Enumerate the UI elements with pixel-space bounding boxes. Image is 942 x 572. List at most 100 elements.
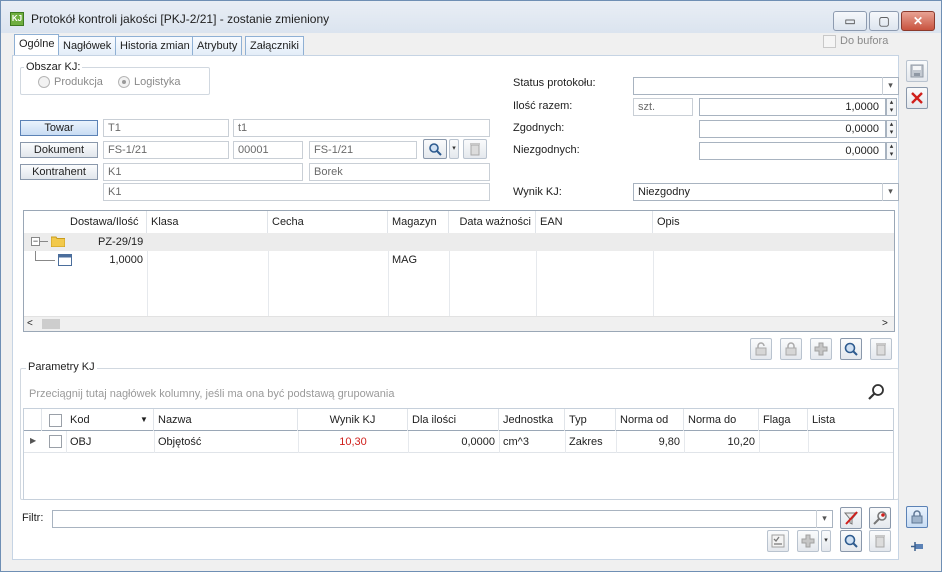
col-dla-ilosci[interactable]: Dla ilości [408, 409, 499, 431]
add-icon[interactable] [810, 338, 832, 360]
filter-settings-icon[interactable] [869, 507, 891, 529]
trash-icon[interactable] [463, 139, 487, 159]
kontrahent-city-field[interactable]: Borek [309, 163, 490, 181]
radio-produkcja[interactable] [38, 76, 50, 88]
wynik-chevron-down-icon[interactable]: ▾ [882, 183, 898, 201]
obszar-title: Obszar KJ: [24, 61, 83, 73]
scroll-left-icon[interactable]: < [27, 317, 33, 331]
parametry-title: Parametry KJ [26, 361, 97, 373]
search-icon[interactable] [423, 139, 447, 159]
cancel-icon[interactable] [906, 87, 928, 109]
kontrahent-button[interactable]: Kontrahent [20, 164, 98, 180]
towar-button[interactable]: Towar [20, 120, 98, 136]
lock-icon[interactable] [780, 338, 802, 360]
search-icon[interactable] [866, 382, 886, 405]
minimize-button[interactable]: ▭ [833, 11, 867, 31]
radio-produkcja-label: Produkcja [54, 76, 103, 88]
close-button[interactable]: ✕ [901, 11, 935, 31]
filter-chevron-down-icon[interactable]: ▾ [816, 510, 832, 528]
col-norma-do[interactable]: Norma do [684, 409, 759, 431]
tab-ogolne[interactable]: Ogólne [14, 34, 60, 56]
col-divider [808, 431, 809, 453]
dokument-id-field[interactable]: 00001 [233, 141, 303, 159]
kontrahent-code-field[interactable]: K1 [103, 163, 303, 181]
lock-icon[interactable] [906, 506, 928, 528]
niezgodnych-stepper[interactable]: ▴ ▾ [886, 142, 897, 160]
clear-filter-icon[interactable] [840, 507, 862, 529]
status-select[interactable] [633, 77, 899, 95]
col-data-waznosci[interactable]: Data ważności [449, 211, 536, 233]
status-chevron-down-icon[interactable]: ▾ [882, 77, 898, 95]
tab-atrybuty[interactable]: Atrybuty [192, 36, 243, 56]
zgodnych-value-field[interactable]: 0,0000 [699, 120, 886, 138]
pin-icon[interactable] [906, 536, 928, 558]
unlock-icon[interactable] [750, 338, 772, 360]
tree-child-magazyn[interactable]: MAG [388, 251, 421, 269]
status-label: Status protokołu: [513, 77, 596, 89]
col-divider [147, 251, 148, 316]
col-typ[interactable]: Typ [565, 409, 616, 431]
col-ean[interactable]: EAN [536, 211, 653, 233]
checklist-icon[interactable] [767, 530, 789, 552]
col-opis[interactable]: Opis [653, 211, 894, 233]
add-icon[interactable] [797, 530, 819, 552]
radio-logistyka[interactable] [118, 76, 130, 88]
zgodnych-stepper[interactable]: ▴ ▾ [886, 120, 897, 138]
dokument-number-field[interactable]: FS-1/21 [103, 141, 229, 159]
col-lista[interactable]: Lista [808, 409, 893, 431]
col-dostawa[interactable]: Dostawa/Ilość [66, 211, 147, 233]
col-norma-od[interactable]: Norma od [616, 409, 684, 431]
cell-norma-od: 9,80 [658, 436, 680, 448]
tab-naglowek[interactable]: Nagłówek [58, 36, 117, 56]
add-chevron-down-icon[interactable]: ▾ [821, 530, 831, 552]
ilosc-stepper[interactable]: ▴ ▾ [886, 98, 897, 116]
scroll-right-icon[interactable]: > [882, 317, 888, 331]
col-magazyn[interactable]: Magazyn [388, 211, 449, 233]
filter-input[interactable] [52, 510, 833, 528]
row-indicator-header [24, 409, 42, 431]
cell-nazwa: Objętość [158, 436, 202, 448]
scroll-thumb[interactable] [42, 319, 60, 329]
tree-group-row[interactable] [24, 233, 894, 251]
col-klasa[interactable]: Klasa [147, 211, 268, 233]
col-wynik-kj[interactable]: Wynik KJ [298, 409, 408, 431]
col-cecha[interactable]: Cecha [268, 211, 388, 233]
dokument-button[interactable]: Dokument [20, 142, 98, 158]
chevron-down-icon[interactable]: ▾ [449, 139, 459, 159]
col-kod[interactable]: Kod ▼ [66, 409, 154, 431]
folder-icon [50, 236, 66, 250]
niezgodnych-value-field[interactable]: 0,0000 [699, 142, 886, 160]
trash-icon[interactable] [869, 530, 891, 552]
towar-name-field[interactable]: t1 [233, 119, 490, 137]
horizontal-scrollbar[interactable]: < > [24, 316, 894, 331]
maximize-button[interactable]: ▢ [869, 11, 899, 31]
towar-code-field[interactable]: T1 [103, 119, 229, 137]
kontrahent-name-field[interactable]: K1 [103, 183, 490, 201]
tree-child-qty[interactable]: 1,0000 [66, 251, 147, 269]
col-kod-label: Kod [70, 414, 90, 426]
cell-flaga [759, 433, 767, 451]
title-bar[interactable]: KJ Protokół kontroli jakości [PKJ-2/21] … [1, 1, 941, 33]
cell-dla-ilosci: 0,0000 [461, 436, 495, 448]
search-icon[interactable] [840, 530, 862, 552]
niezgodnych-label: Niezgodnych: [513, 144, 580, 156]
trash-icon[interactable] [870, 338, 892, 360]
search-icon[interactable] [840, 338, 862, 360]
col-divider [388, 251, 389, 316]
ilosc-value-field[interactable]: 1,0000 [699, 98, 886, 116]
tree-connector [40, 241, 48, 242]
tab-historia-zmian[interactable]: Historia zmian [115, 36, 195, 56]
collapse-icon[interactable]: − [31, 237, 40, 246]
dokument-ref-field[interactable]: FS-1/21 [309, 141, 417, 159]
do-bufora-checkbox[interactable] [823, 35, 836, 48]
col-flaga[interactable]: Flaga [759, 409, 808, 431]
col-nazwa[interactable]: Nazwa [154, 409, 298, 431]
wynik-select[interactable]: Niezgodny [633, 183, 899, 201]
filter-label: Filtr: [22, 512, 44, 524]
save-icon[interactable] [906, 60, 928, 82]
select-all-checkbox[interactable] [49, 414, 62, 427]
group-by-hint[interactable]: Przeciągnij tutaj nagłówek kolumny, jeśl… [29, 388, 394, 400]
tab-zalaczniki[interactable]: Załączniki [245, 36, 304, 56]
row-checkbox[interactable] [49, 435, 62, 448]
col-jednostka[interactable]: Jednostka [499, 409, 565, 431]
